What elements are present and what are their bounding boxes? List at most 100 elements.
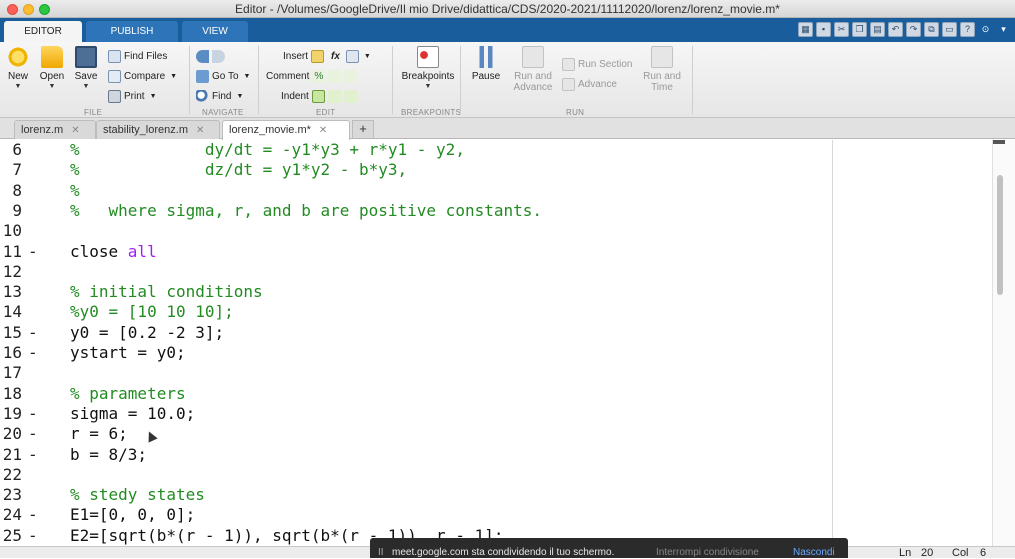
code-text: %y0 = [10 10 10]; [70, 302, 234, 322]
insert-button[interactable]: Insert fx ▼ [283, 48, 371, 64]
code-text: % dz/dt = y1*y2 - b*y3, [70, 160, 408, 180]
breakpoints-button[interactable]: Breakpoints ▼ [400, 46, 456, 91]
code-editor[interactable]: 6 % dy/dt = -y1*y3 + r*y1 - y2, 7 % dz/dt … [0, 140, 1015, 558]
breakpoint-marker[interactable]: - [28, 242, 38, 262]
right-text-margin-line [832, 140, 833, 558]
run-section-button[interactable]: Run Section [562, 56, 632, 72]
breakpoint-marker[interactable]: - [28, 343, 38, 363]
chevron-down-icon[interactable]: ▾ [996, 22, 1011, 37]
save-button[interactable]: Save ▼ [72, 46, 100, 91]
tab-publish[interactable]: PUBLISH [86, 21, 178, 42]
code-text: close all [70, 241, 157, 261]
section-divider [460, 46, 461, 114]
breakpoint-marker[interactable]: - [28, 404, 38, 424]
tab-view[interactable]: VIEW [182, 21, 248, 42]
code-line: 17 [0, 363, 830, 383]
code-line: 23 % stedy states [0, 485, 830, 505]
line-number: 22 [2, 464, 22, 484]
help-icon[interactable]: ? [960, 22, 975, 37]
run-and-advance-button[interactable]: Run and Advance [510, 46, 556, 93]
run-and-time-button[interactable]: Run and Time [640, 46, 684, 93]
advance-button[interactable]: Advance [562, 76, 617, 92]
vertical-scrollbar[interactable] [992, 140, 1015, 546]
breakpoint-marker[interactable]: - [28, 505, 38, 525]
cut-icon[interactable]: ✂ [834, 22, 849, 37]
smart-indent-icon [311, 89, 325, 103]
breakpoint-marker[interactable]: - [28, 323, 38, 343]
hide-banner-button[interactable]: Nascondi [793, 547, 835, 558]
back-forward-buttons[interactable] [196, 48, 225, 64]
document-tab-strip: lorenz.m ✕ stability_lorenz.m ✕ lorenz_mov… [0, 118, 1015, 140]
undo-icon[interactable]: ↶ [888, 22, 903, 37]
printer-icon [108, 89, 121, 103]
code-line: 18 % parameters [0, 384, 830, 404]
close-tab-icon[interactable]: ✕ [196, 125, 204, 136]
breakpoints-icon [417, 46, 439, 68]
comment-percent-icon: % [312, 69, 326, 83]
breakpoint-marker[interactable]: - [28, 445, 38, 465]
chevron-down-icon: ▼ [149, 92, 157, 100]
line-number: 20 [2, 424, 22, 444]
plus-icon [7, 46, 29, 68]
stop-sharing-button[interactable]: Interrompi condivisione [656, 547, 759, 558]
close-tab-icon[interactable]: ✕ [319, 125, 327, 136]
line-label: Ln [899, 547, 912, 559]
code-line: 10 [0, 221, 830, 241]
code-text: ystart = y0; [70, 343, 186, 362]
collapse-ribbon-icon[interactable]: ⊙ [978, 22, 993, 37]
open-button[interactable]: Open ▼ [36, 46, 68, 91]
compare-button[interactable]: Compare ▼ [108, 68, 177, 84]
print-button[interactable]: Print ▼ [108, 88, 157, 104]
new-tab-button[interactable]: + [352, 120, 374, 138]
find-files-button[interactable]: Find Files [108, 48, 167, 64]
comment-button[interactable]: Comment % [266, 68, 358, 84]
code-text: % initial conditions [70, 282, 263, 302]
breakpoint-marker[interactable]: - [28, 526, 38, 546]
save-icon[interactable]: ▪ [816, 22, 831, 37]
scrollbar-thumb[interactable] [997, 175, 1003, 295]
redo-icon[interactable]: ↷ [906, 22, 921, 37]
folder-icon [41, 46, 63, 68]
close-tab-icon[interactable]: ✕ [71, 125, 79, 136]
code-text: r = 6; [70, 424, 128, 444]
fx-button[interactable]: fx [331, 51, 340, 62]
layout-icon[interactable]: ▦ [798, 22, 813, 37]
switch-windows-icon[interactable]: ⧉ [924, 22, 939, 37]
chevron-down-icon: ▼ [363, 52, 371, 60]
line-number: 6 [12, 140, 22, 159]
copy-icon[interactable]: ❐ [852, 22, 867, 37]
code-line: 19- sigma = 10.0; [0, 404, 830, 424]
navigate-section-label: NAVIGATE [202, 108, 244, 117]
line-number: 15 [2, 322, 22, 342]
doc-tab-lorenz-movie[interactable]: lorenz_movie.m* ✕ [222, 120, 350, 140]
go-to-icon [196, 69, 209, 83]
ribbon-panel: New ▼ Open ▼ Save ▼ Find Files Compare ▼… [0, 42, 1015, 118]
new-button[interactable]: New ▼ [4, 46, 32, 91]
code-line: 16- ystart = y0; [0, 343, 830, 363]
dock-icon[interactable]: ▭ [942, 22, 957, 37]
doc-tab-lorenz[interactable]: lorenz.m ✕ [14, 120, 96, 139]
doc-tab-stability-lorenz[interactable]: stability_lorenz.m ✕ [96, 120, 220, 139]
code-line: 21- b = 8/3; [0, 445, 830, 465]
code-line: 15- y0 = [0.2 -2 3]; [0, 323, 830, 343]
find-files-icon [108, 49, 121, 63]
line-number: 21 [2, 444, 22, 464]
decrease-indent-icon [343, 89, 357, 103]
chevron-down-icon: ▼ [243, 72, 251, 80]
section-divider [189, 46, 190, 114]
code-line: 7 % dz/dt = y1*y2 - b*y3, [0, 160, 830, 180]
indent-button[interactable]: Indent [281, 88, 357, 104]
run-and-time-icon [651, 46, 673, 68]
pause-icon [475, 46, 497, 68]
code-line: 6 % dy/dt = -y1*y3 + r*y1 - y2, [0, 140, 830, 160]
paste-icon[interactable]: ▤ [870, 22, 885, 37]
breakpoint-marker[interactable]: - [28, 424, 38, 444]
section-divider [258, 46, 259, 114]
insert-icon [311, 49, 325, 63]
pause-button[interactable]: Pause [468, 46, 504, 82]
tab-editor[interactable]: EDITOR [4, 21, 82, 42]
find-button[interactable]: Find ▼ [196, 88, 243, 104]
chevron-down-icon: ▼ [14, 83, 22, 90]
go-to-button[interactable]: Go To ▼ [196, 68, 250, 84]
code-line: 22 [0, 465, 830, 485]
